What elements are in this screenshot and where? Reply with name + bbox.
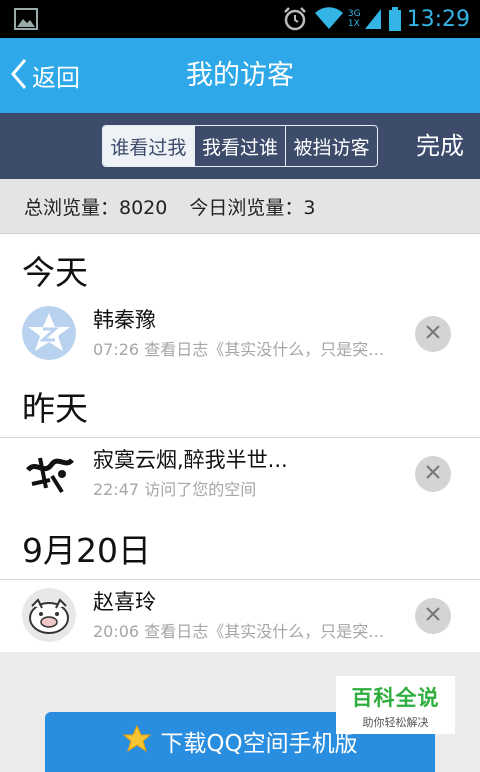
list-item[interactable]: 韩秦豫 07:26 查看日志《其实没什么，只是突… <box>0 300 480 368</box>
watermark-subtitle: 助你轻松解决 <box>362 716 429 729</box>
tab-blocked-visitors[interactable]: 被挡访客 <box>285 126 377 166</box>
avatar <box>22 306 76 360</box>
avatar <box>22 446 76 500</box>
divider <box>0 437 480 438</box>
status-bar: 3G 1X 13:29 <box>0 0 480 38</box>
close-icon <box>425 606 441 626</box>
done-button[interactable]: 完成 <box>416 113 464 179</box>
close-icon <box>425 324 441 344</box>
watermark-title: 百科全说 <box>351 686 440 710</box>
title-bar: 返回 我的访客 <box>0 38 480 113</box>
clock: 13:29 <box>406 6 470 32</box>
tab-who-viewed-me[interactable]: 谁看过我 <box>103 126 194 166</box>
visitor-list: 今天 韩秦豫 07:26 查看日志《其实没什么，只是突… 昨天 寂寞云烟,醉我半… <box>0 234 480 653</box>
divider <box>0 579 480 580</box>
network-label: 3G <box>347 9 361 19</box>
section-header-sep-20: 9月20日 <box>22 531 151 570</box>
tab-strip: 谁看过我 我看过谁 被挡访客 完成 <box>0 113 480 179</box>
remove-visitor-button[interactable] <box>415 598 451 634</box>
visit-detail: 20:06 查看日志《其实没什么，只是突… <box>93 622 385 641</box>
tab-who-i-viewed[interactable]: 我看过谁 <box>193 126 286 166</box>
download-label: 下载QQ空间手机版 <box>160 731 358 757</box>
star-icon <box>122 724 152 760</box>
watermark-logo: 百科全说 助你轻松解决 <box>336 676 455 734</box>
visitor-name: 韩秦豫 <box>93 308 156 332</box>
visitor-name: 寂寞云烟,醉我半世... <box>93 448 288 472</box>
battery-icon <box>388 7 401 31</box>
avatar <box>22 588 76 642</box>
page-title: 我的访客 <box>186 60 294 91</box>
remove-visitor-button[interactable] <box>415 456 451 492</box>
network-type: 3G 1X <box>348 9 361 29</box>
remove-visitor-button[interactable] <box>415 316 451 352</box>
stats-bar: 总浏览量：8020 今日浏览量：3 <box>0 179 480 234</box>
list-item[interactable]: 寂寞云烟,醉我半世... 22:47 访问了您的空间 <box>0 440 480 508</box>
close-icon <box>425 464 441 484</box>
visit-detail: 22:47 访问了您的空间 <box>93 480 257 499</box>
gallery-icon <box>14 8 38 30</box>
list-item[interactable]: 赵喜玲 20:06 查看日志《其实没什么，只是突… <box>0 582 480 650</box>
alarm-icon <box>282 6 308 32</box>
visitor-tabs: 谁看过我 我看过谁 被挡访客 <box>102 125 378 167</box>
total-views: 总浏览量：8020 <box>24 196 168 219</box>
wifi-icon <box>314 7 344 31</box>
today-views: 今日浏览量：3 <box>189 196 316 219</box>
section-header-yesterday: 昨天 <box>22 389 88 428</box>
visitor-name: 赵喜玲 <box>93 590 156 614</box>
visit-detail: 07:26 查看日志《其实没什么，只是突… <box>93 340 385 359</box>
section-header-today: 今天 <box>22 253 88 292</box>
signal-icon <box>363 7 383 31</box>
signal-label: 1X <box>347 19 360 29</box>
bottom-area: 下载QQ空间手机版 百科全说 助你轻松解决 <box>0 652 480 772</box>
